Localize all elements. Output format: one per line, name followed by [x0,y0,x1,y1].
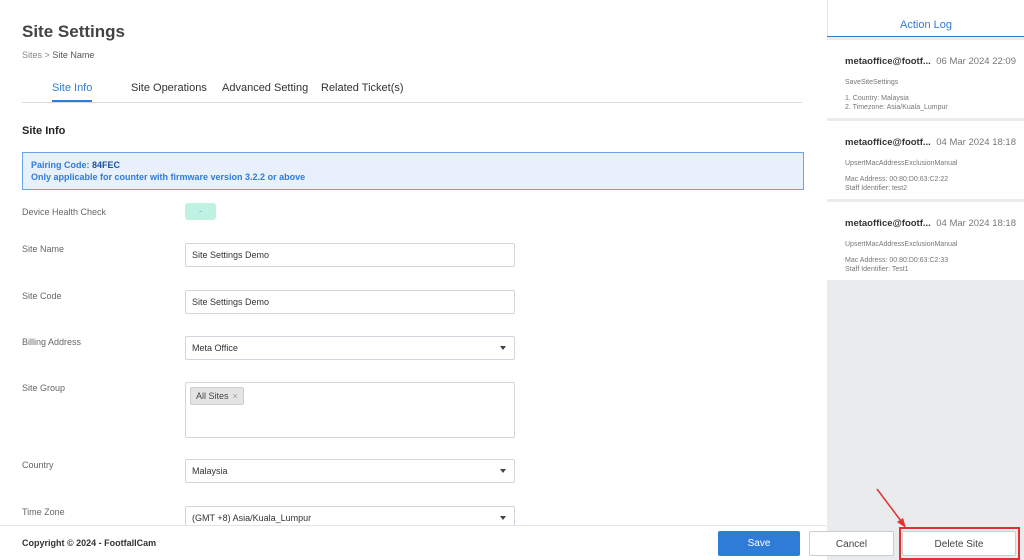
breadcrumb-sites-link[interactable]: Sites [22,50,42,60]
log-entry-detail-line: Staff Identifier: Test1 [845,266,909,273]
pairing-code-value: 84FEC [92,160,121,170]
action-log-header: Action Log [827,0,1024,37]
billing-address-value: Meta Office [192,343,238,353]
tab-site-operations[interactable]: Site Operations [131,82,207,100]
log-entry: metaoffice@footf... 06 Mar 2024 22:09 Sa… [827,40,1024,118]
country-label: Country [22,460,54,470]
footer-bar: Copyright © 2024 - FootfallCam [0,525,826,560]
billing-address-label: Billing Address [22,337,82,347]
tab-bar: Site Info Site Operations Advanced Setti… [22,82,802,103]
device-health-badge: - [185,203,216,220]
log-entry-user: metaoffice@footf... [845,218,931,229]
caret-down-icon [500,516,506,520]
tab-related-tickets[interactable]: Related Ticket(s) [321,82,404,100]
country-select[interactable]: Malaysia [185,459,515,483]
delete-highlight-box [899,527,1020,560]
breadcrumb: Sites > Site Name [22,50,94,60]
log-entry-detail-line: 2. Timezone: Asia/Kuala_Lumpur [845,104,948,111]
save-button[interactable]: Save [718,531,800,556]
action-log-underline [827,36,1024,37]
billing-address-select[interactable]: Meta Office [185,336,515,360]
site-group-label: Site Group [22,383,66,393]
log-entry-detail-line: Mac Address: 00:80:D0:63:C2:22 [845,176,949,183]
log-entry-user: metaoffice@footf... [845,137,931,148]
tab-advanced-setting[interactable]: Advanced Setting [222,82,308,100]
pairing-code-banner: Pairing Code: 84FEC Only applicable for … [22,152,804,190]
close-icon[interactable]: × [233,391,238,401]
pairing-code-line: Pairing Code: 84FEC [31,159,795,171]
log-entry-detail-line: Mac Address: 00:80:D0:63:C2:33 [845,257,949,264]
log-entry-action: SaveSiteSettings [845,79,899,86]
time-zone-label: Time Zone [22,507,65,517]
pairing-code-label: Pairing Code: [31,160,90,170]
log-entry: metaoffice@footf... 04 Mar 2024 18:18 Up… [827,121,1024,199]
pairing-code-note: Only applicable for counter with firmwar… [31,172,306,182]
action-log-panel: Action Log metaoffice@footf... 06 Mar 20… [827,0,1024,560]
log-entry-action: UpsertMacAddressExclusionManual [845,160,958,167]
site-group-chip-label: All Sites [196,391,229,401]
main-panel: Site Settings Sites > Site Name Site Inf… [0,0,826,560]
tab-site-info[interactable]: Site Info [52,82,93,102]
arrow-head [897,518,906,528]
log-entry-user: metaoffice@footf... [845,56,931,67]
country-value: Malaysia [192,466,228,476]
log-entry-date: 06 Mar 2024 22:09 [936,56,1016,67]
log-entry-action: UpsertMacAddressExclusionManual [845,241,958,248]
copyright: Copyright © 2024 - FootfallCam [22,538,157,548]
site-name-label: Site Name [22,244,65,254]
log-entry-details: Mac Address: 00:80:D0:63:C2:33 Staff Ide… [845,256,948,274]
log-entry-date: 04 Mar 2024 18:18 [936,218,1016,229]
site-name-input[interactable]: Site Settings Demo [185,243,515,267]
site-group-multiselect[interactable]: All Sites × [185,382,515,438]
log-entry-details: Mac Address: 00:80:D0:63:C2:22 Staff Ide… [845,175,948,193]
log-entry: metaoffice@footf... 04 Mar 2024 18:18 Up… [827,202,1024,280]
cancel-button[interactable]: Cancel [809,531,894,556]
log-entry-detail-line: 1. Country: Malaysia [845,95,909,102]
breadcrumb-current: Site Name [52,50,95,60]
caret-down-icon [500,469,506,473]
log-entry-detail-line: Staff Identifier: test2 [845,185,908,192]
arrow-icon [876,488,906,528]
site-code-label: Site Code [22,291,62,301]
device-health-label: Device Health Check [22,207,107,217]
action-log-title: Action Log [900,19,952,31]
log-entry-date: 04 Mar 2024 18:18 [936,137,1016,148]
log-entry-details: 1. Country: Malaysia 2. Timezone: Asia/K… [845,94,948,112]
arrow-shaft [876,488,905,526]
section-title: Site Info [22,125,66,137]
site-code-input[interactable]: Site Settings Demo [185,290,515,314]
breadcrumb-separator: > [44,50,50,60]
time-zone-value: (GMT +8) Asia/Kuala_Lumpur [192,513,312,523]
page-title: Site Settings [22,22,125,41]
site-group-chip: All Sites × [190,387,244,405]
caret-down-icon [500,346,506,350]
